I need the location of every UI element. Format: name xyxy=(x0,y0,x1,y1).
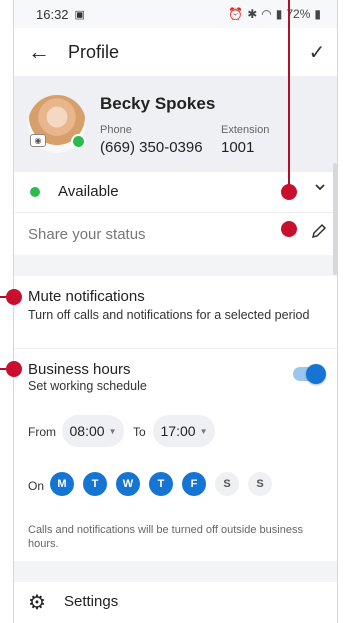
presence-dot xyxy=(71,134,86,149)
business-hours-title: Business hours xyxy=(28,361,131,378)
alarm-icon: ⏰ xyxy=(228,7,244,21)
day-saturday[interactable]: S xyxy=(215,472,239,496)
camera-icon[interactable]: ◉ xyxy=(30,134,46,147)
annotation-dot xyxy=(281,221,297,237)
caret-down-icon: ▼ xyxy=(199,426,208,436)
annotation-line xyxy=(288,0,290,192)
to-time-select[interactable]: 17:00 ▼ xyxy=(153,415,215,447)
pencil-icon[interactable] xyxy=(311,223,327,244)
signal-icon: ▮ xyxy=(275,7,283,21)
page-title: Profile xyxy=(68,41,120,62)
check-icon[interactable]: ✓ xyxy=(297,40,337,65)
availability-label: Available xyxy=(58,183,119,200)
day-friday[interactable]: F xyxy=(182,472,206,496)
day-monday[interactable]: M xyxy=(50,472,74,496)
mute-title: Mute notifications xyxy=(28,288,145,305)
to-label: To xyxy=(133,425,146,439)
phone-label: Phone xyxy=(100,124,132,136)
gallery-icon: ▣ xyxy=(74,8,85,21)
back-arrow-icon[interactable]: ← xyxy=(18,39,60,65)
wifi-icon: ◠ xyxy=(261,7,272,21)
extension-label: Extension xyxy=(221,124,270,136)
business-hours-subtitle: Set working schedule xyxy=(28,379,147,393)
status-time: 16:32 xyxy=(36,6,69,22)
day-sunday[interactable]: S xyxy=(248,472,272,496)
phone-value: (669) 350-0396 xyxy=(100,139,203,156)
from-label: From xyxy=(28,425,56,439)
extension-value: 1001 xyxy=(221,139,255,156)
annotation-dot xyxy=(6,361,22,377)
annotation-dot xyxy=(281,184,297,200)
available-status-dot xyxy=(30,187,40,197)
settings-item[interactable]: ⚙ Settings xyxy=(14,582,337,623)
gear-icon: ⚙ xyxy=(28,592,46,614)
profile-name: Becky Spokes xyxy=(100,94,216,113)
toggle-knob xyxy=(306,364,326,384)
business-hours-section: Business hours Set working schedule From… xyxy=(14,349,337,561)
weekday-picker: M T W T F S S xyxy=(50,472,272,496)
chevron-down-icon[interactable] xyxy=(313,180,327,197)
caret-down-icon: ▼ xyxy=(108,426,117,436)
bluetooth-icon: ✱ xyxy=(247,7,258,21)
scrollbar[interactable] xyxy=(333,163,337,275)
on-label: On xyxy=(28,479,45,493)
day-wednesday[interactable]: W xyxy=(116,472,140,496)
mute-notifications-item[interactable]: Mute notifications Turn off calls and no… xyxy=(14,276,337,349)
annotation-dot xyxy=(6,289,22,305)
avatar[interactable]: ◉ xyxy=(28,95,86,153)
business-hours-toggle[interactable] xyxy=(293,364,326,384)
from-time-select[interactable]: 08:00 ▼ xyxy=(62,415,124,447)
battery-icon: ▮ xyxy=(314,7,321,21)
mute-subtitle: Turn off calls and notifications for a s… xyxy=(28,308,310,322)
business-hours-note: Calls and notifications will be turned o… xyxy=(28,524,303,550)
from-time-value: 08:00 xyxy=(69,423,105,439)
day-tuesday[interactable]: T xyxy=(83,472,107,496)
share-status-placeholder: Share your status xyxy=(28,226,146,243)
settings-label: Settings xyxy=(64,593,119,610)
to-time-value: 17:00 xyxy=(160,423,196,439)
day-thursday[interactable]: T xyxy=(149,472,173,496)
